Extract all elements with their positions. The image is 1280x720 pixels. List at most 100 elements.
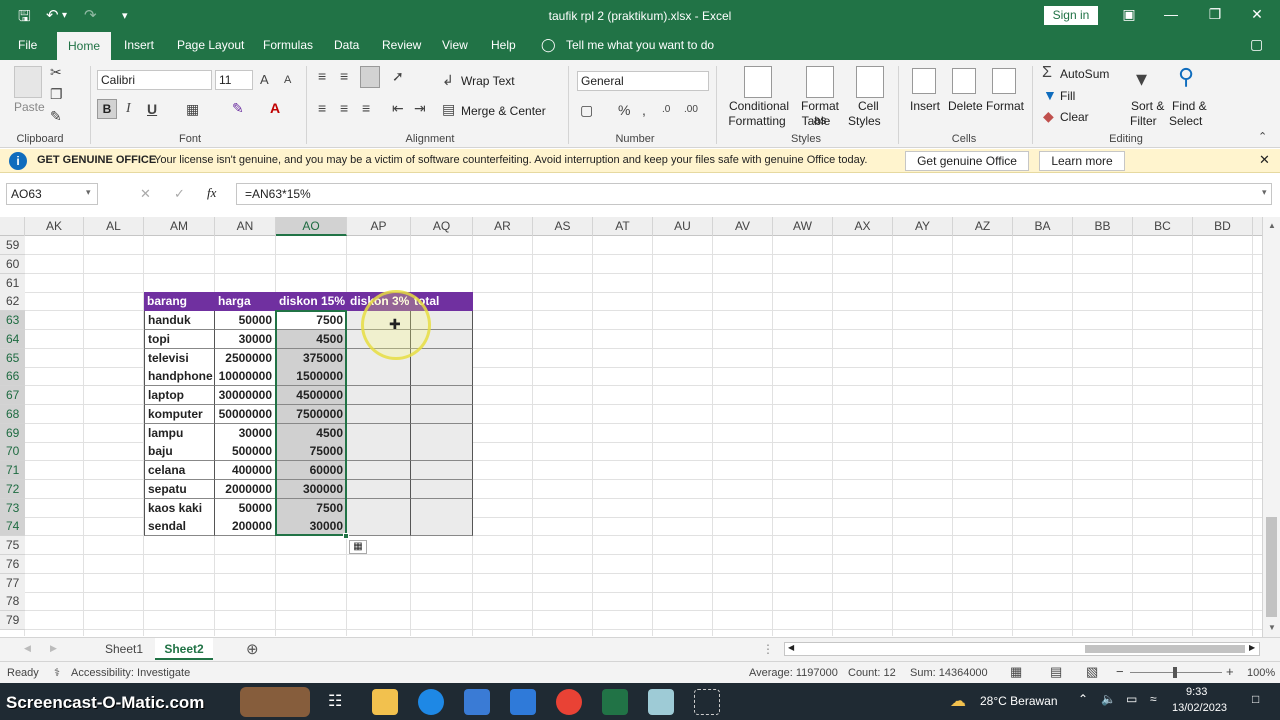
- row-header-61[interactable]: 61: [0, 274, 25, 293]
- discount-3-cell[interactable]: [347, 424, 411, 443]
- total-cell[interactable]: [411, 405, 473, 424]
- discount-3-cell[interactable]: [347, 499, 411, 518]
- column-header-ay[interactable]: AY: [893, 217, 953, 236]
- total-cell[interactable]: [411, 424, 473, 443]
- conditional-formatting-label-2[interactable]: Formatting: [724, 114, 790, 128]
- table-header-cell[interactable]: harga: [215, 292, 276, 311]
- cell-styles-icon[interactable]: [856, 66, 884, 98]
- price-cell[interactable]: 400000: [215, 461, 276, 480]
- increase-indent-icon[interactable]: ⇥: [414, 100, 426, 117]
- tab-data[interactable]: Data: [334, 38, 359, 52]
- format-cells-icon[interactable]: [992, 68, 1016, 94]
- fill-color-icon[interactable]: ✎: [232, 100, 244, 117]
- column-header-bb[interactable]: BB: [1073, 217, 1133, 236]
- find-select-label[interactable]: Find &: [1172, 99, 1207, 113]
- tab-review[interactable]: Review: [382, 38, 421, 52]
- collapse-ribbon-icon[interactable]: ⌃: [1258, 130, 1267, 143]
- discount-3-cell[interactable]: [347, 461, 411, 480]
- price-cell[interactable]: 50000: [215, 311, 276, 330]
- file-explorer-icon[interactable]: [372, 689, 398, 715]
- conditional-formatting-label[interactable]: Conditional: [728, 99, 790, 113]
- prev-sheet-icon[interactable]: ◀: [24, 643, 31, 654]
- status-sum[interactable]: Sum: 14364000: [910, 667, 988, 679]
- expand-formula-icon[interactable]: ▾: [1262, 187, 1267, 198]
- speaker-icon[interactable]: 🔈: [1101, 692, 1116, 706]
- tab-page-layout[interactable]: Page Layout: [177, 38, 244, 52]
- total-cell[interactable]: [411, 517, 473, 536]
- tab-home[interactable]: Home: [57, 32, 111, 60]
- excel-icon[interactable]: [602, 689, 628, 715]
- minimize-icon[interactable]: —: [1156, 6, 1186, 22]
- price-cell[interactable]: 30000000: [215, 386, 276, 405]
- discount-3-cell[interactable]: [347, 442, 411, 461]
- font-color-icon[interactable]: A: [270, 100, 280, 116]
- price-cell[interactable]: 50000000: [215, 405, 276, 424]
- price-cell[interactable]: 50000: [215, 499, 276, 518]
- horizontal-scrollbar[interactable]: ◀ ▶: [784, 642, 1260, 656]
- decrease-indent-icon[interactable]: ⇤: [392, 100, 404, 117]
- vertical-scroll-thumb[interactable]: [1266, 517, 1277, 617]
- row-header-74[interactable]: 74: [0, 517, 25, 536]
- formula-input[interactable]: =AN63*15%: [236, 183, 1272, 205]
- discount-3-cell[interactable]: [347, 517, 411, 536]
- table-header-cell[interactable]: diskon 15%: [276, 292, 347, 311]
- percent-icon[interactable]: %: [618, 102, 630, 118]
- tab-view[interactable]: View: [442, 38, 468, 52]
- row-header-71[interactable]: 71: [0, 461, 25, 480]
- battery-icon[interactable]: ▭: [1126, 692, 1137, 706]
- row-header-65[interactable]: 65: [0, 349, 25, 368]
- item-name-cell[interactable]: televisi: [144, 349, 215, 368]
- clock-time[interactable]: 9:33: [1186, 686, 1207, 698]
- row-header-79[interactable]: 79: [0, 611, 25, 630]
- price-cell[interactable]: 10000000: [215, 367, 276, 386]
- item-name-cell[interactable]: sendal: [144, 517, 215, 536]
- insert-function-icon[interactable]: fx: [207, 185, 216, 201]
- cancel-icon[interactable]: ✕: [140, 186, 151, 202]
- edge-icon[interactable]: [418, 689, 444, 715]
- horizontal-scroll-thumb[interactable]: [1085, 645, 1245, 653]
- insert-cells-button[interactable]: Insert: [910, 99, 940, 113]
- item-name-cell[interactable]: topi: [144, 330, 215, 349]
- weather-text[interactable]: 28°C Berawan: [980, 694, 1058, 708]
- comma-icon[interactable]: ,: [642, 102, 646, 118]
- column-header-aq[interactable]: AQ: [411, 217, 473, 236]
- price-cell[interactable]: 2000000: [215, 480, 276, 499]
- column-header-as[interactable]: AS: [533, 217, 593, 236]
- sheet-tab-sheet2[interactable]: Sheet2: [155, 638, 213, 660]
- orientation-icon[interactable]: ➚: [392, 68, 404, 85]
- clock-date[interactable]: 13/02/2023: [1172, 702, 1227, 714]
- row-header-68[interactable]: 68: [0, 405, 25, 424]
- row-header-60[interactable]: 60: [0, 255, 25, 274]
- column-header-az[interactable]: AZ: [953, 217, 1013, 236]
- autosum-button[interactable]: AutoSum: [1060, 67, 1109, 81]
- snipping-tool-icon[interactable]: [694, 689, 720, 715]
- format-cells-button[interactable]: Format: [986, 99, 1024, 113]
- ribbon-display-icon[interactable]: ▣: [1114, 6, 1144, 23]
- column-header-aw[interactable]: AW: [773, 217, 833, 236]
- item-name-cell[interactable]: laptop: [144, 386, 215, 405]
- font-name-select[interactable]: Calibri: [97, 70, 212, 90]
- column-header-ak[interactable]: AK: [25, 217, 84, 236]
- format-as-table-label-2[interactable]: Table: [796, 114, 836, 128]
- increase-decimal-icon[interactable]: .0: [662, 104, 670, 115]
- row-header-78[interactable]: 78: [0, 592, 25, 611]
- cell-styles-label[interactable]: Cell: [858, 99, 879, 113]
- tab-insert[interactable]: Insert: [124, 38, 154, 52]
- row-header-75[interactable]: 75: [0, 536, 25, 555]
- tab-help[interactable]: Help: [491, 38, 516, 52]
- item-name-cell[interactable]: handphone: [144, 367, 215, 386]
- total-cell[interactable]: [411, 386, 473, 405]
- zoom-slider-thumb[interactable]: [1173, 667, 1177, 678]
- borders-icon[interactable]: ▦: [186, 101, 199, 118]
- format-painter-icon[interactable]: ✎: [50, 108, 62, 125]
- taskbar-widget-image[interactable]: [240, 687, 310, 717]
- tab-file[interactable]: File: [18, 38, 37, 52]
- mail-icon[interactable]: [510, 689, 536, 715]
- column-header-au[interactable]: AU: [653, 217, 713, 236]
- item-name-cell[interactable]: handuk: [144, 311, 215, 330]
- delete-cells-button[interactable]: Delete: [948, 99, 983, 113]
- column-header-at[interactable]: AT: [593, 217, 653, 236]
- name-box-dropdown-icon[interactable]: ▾: [86, 187, 91, 198]
- row-header-66[interactable]: 66: [0, 367, 25, 386]
- zoom-level[interactable]: 100%: [1247, 667, 1275, 679]
